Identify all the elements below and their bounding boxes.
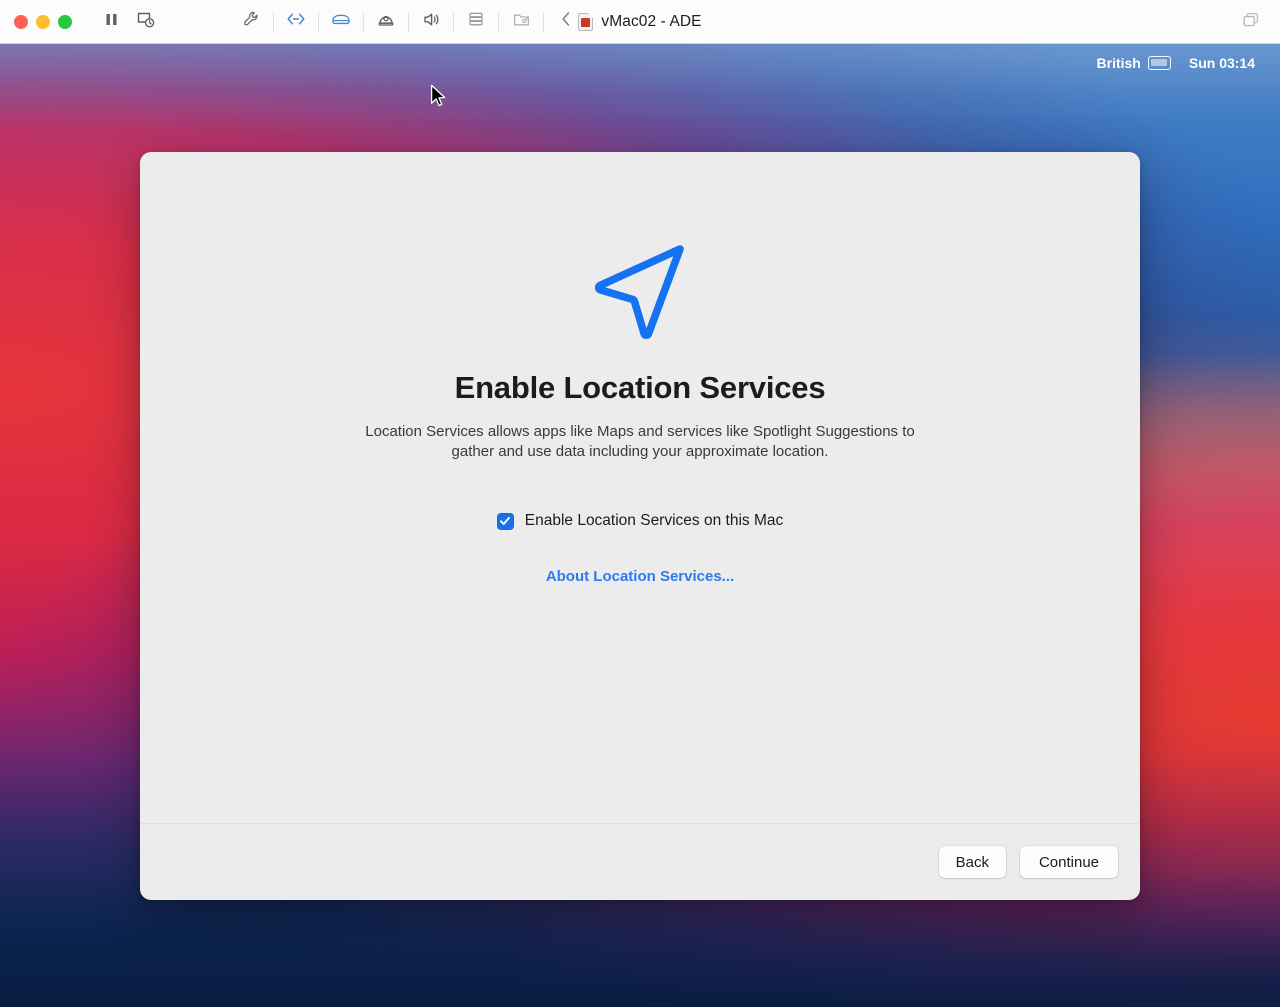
shared-folder-icon xyxy=(512,11,531,33)
dialog-footer: Back Continue xyxy=(140,823,1140,900)
close-window-button[interactable] xyxy=(14,14,28,29)
toolbar-divider xyxy=(363,11,364,32)
settings-button[interactable] xyxy=(234,7,268,37)
checkmark-icon xyxy=(500,516,511,525)
toolbar-divider xyxy=(543,11,544,32)
pause-icon xyxy=(103,11,120,33)
snapshot-icon xyxy=(136,10,155,34)
macos-menubar: British Sun 03:14 xyxy=(0,44,1280,81)
network-icon xyxy=(286,12,306,31)
storage-icon xyxy=(467,10,485,33)
camera-button[interactable] xyxy=(369,7,403,37)
traffic-light-group xyxy=(14,14,72,29)
window-stack-icon xyxy=(1241,11,1261,34)
vm-title-text: vMac02 - ADE xyxy=(601,13,702,30)
vm-window-titlebar: vMac02 - ADE xyxy=(0,0,1280,44)
storage-button[interactable] xyxy=(459,7,493,37)
continue-button[interactable]: Continue xyxy=(1019,846,1118,878)
pause-button[interactable] xyxy=(94,7,128,37)
snapshot-button[interactable] xyxy=(128,7,162,37)
vm-toolbar-devices xyxy=(234,7,583,37)
toolbar-divider xyxy=(408,11,409,32)
macos-desktop: British Sun 03:14 Enable Location Servic… xyxy=(0,44,1280,1007)
page-title: Enable Location Services xyxy=(454,370,826,405)
vm-window-title: vMac02 - ADE xyxy=(0,0,1280,44)
mouse-cursor xyxy=(430,84,448,108)
back-chevron-button[interactable] xyxy=(549,7,583,37)
harddisk-button[interactable] xyxy=(324,7,358,37)
keyboard-icon xyxy=(1147,55,1171,70)
speaker-icon xyxy=(421,11,441,33)
toolbar-divider xyxy=(453,11,454,32)
sharedfolder-button[interactable] xyxy=(504,7,538,37)
sound-button[interactable] xyxy=(414,7,448,37)
input-source-label: British xyxy=(1096,54,1141,71)
setup-assistant-dialog: Enable Location Services Location Servic… xyxy=(140,152,1140,900)
chevron-left-icon xyxy=(559,10,573,33)
toolbar-divider xyxy=(273,11,274,32)
page-description: Location Services allows apps like Maps … xyxy=(365,423,915,460)
dialog-body: Enable Location Services Location Servic… xyxy=(140,152,1140,823)
menubar-input-source[interactable]: British xyxy=(1088,51,1180,75)
location-arrow-icon xyxy=(588,238,692,342)
vm-toolbar-left xyxy=(94,7,162,37)
clock-label: Sun 03:14 xyxy=(1188,54,1255,71)
minimize-window-button[interactable] xyxy=(36,14,50,29)
enable-location-services-checkbox-row[interactable]: Enable Location Services on this Mac xyxy=(496,512,784,530)
enable-location-services-label: Enable Location Services on this Mac xyxy=(524,512,784,529)
toolbar-divider xyxy=(498,11,499,32)
about-location-services-link[interactable]: About Location Services... xyxy=(546,568,734,585)
menubar-clock[interactable]: Sun 03:14 xyxy=(1180,51,1264,75)
vm-toolbar-right xyxy=(1234,0,1268,44)
toolbar-divider xyxy=(318,11,319,32)
wrench-icon xyxy=(242,10,261,34)
enable-location-services-checkbox[interactable] xyxy=(496,512,514,530)
harddisk-icon xyxy=(330,11,352,32)
camera-icon xyxy=(376,11,396,33)
windows-stack-button[interactable] xyxy=(1234,7,1268,37)
network-button[interactable] xyxy=(279,7,313,37)
back-button[interactable]: Back xyxy=(938,846,1006,878)
maximize-window-button[interactable] xyxy=(58,14,72,29)
